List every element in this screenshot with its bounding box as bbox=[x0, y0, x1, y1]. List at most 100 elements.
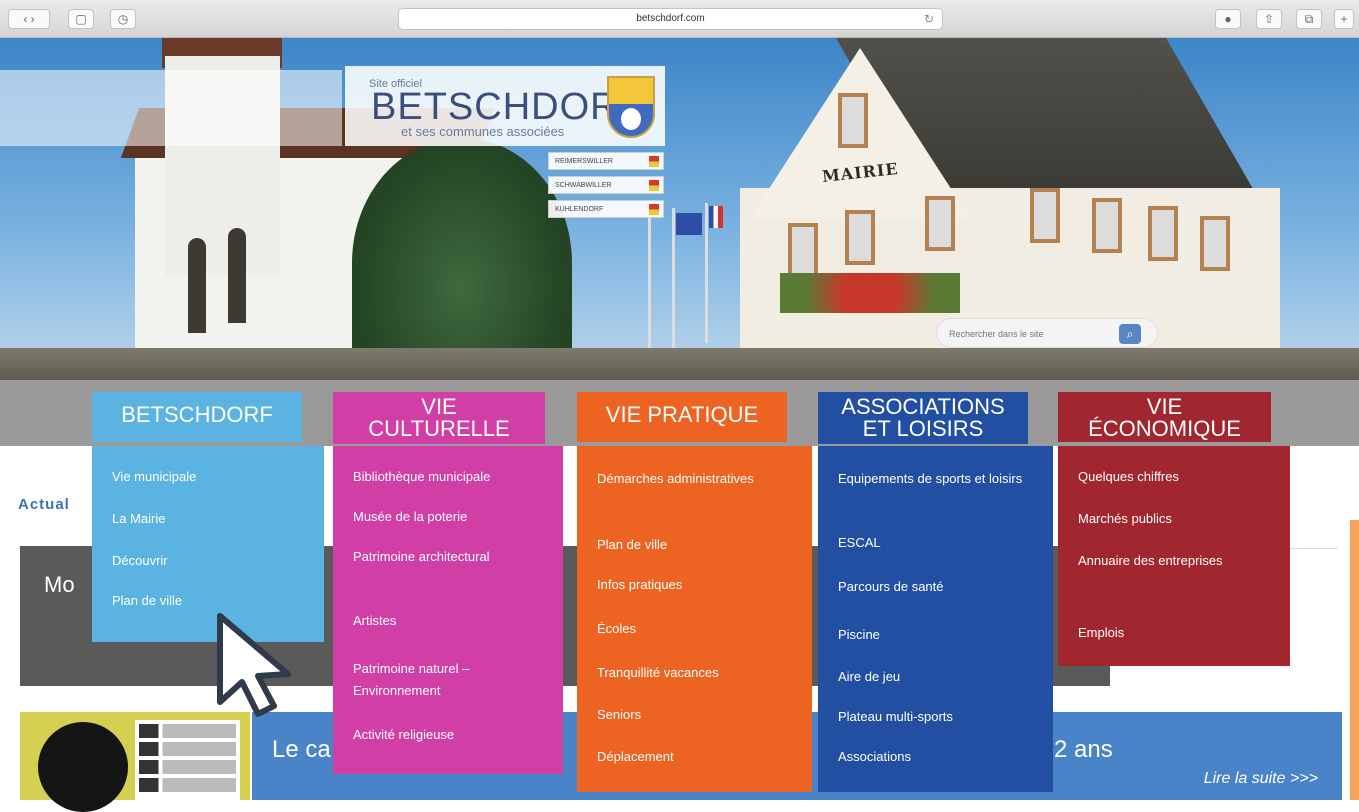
menu-item[interactable]: Piscine bbox=[838, 624, 1037, 646]
commune-label: SCHWABWILLER bbox=[555, 182, 612, 189]
address-bar[interactable]: betschdorf.com ↻ bbox=[398, 8, 943, 30]
street-ground bbox=[0, 348, 1359, 380]
commune-link[interactable]: KUHLENDORF bbox=[548, 200, 664, 218]
featured-news-title-end: 2 ans bbox=[1054, 736, 1113, 763]
menu-item[interactable]: Tranquillité vacances bbox=[597, 662, 796, 684]
menu-item[interactable]: Annuaire des entreprises bbox=[1078, 550, 1274, 572]
menu-tab-1[interactable]: BETSCHDORF bbox=[92, 392, 302, 442]
url-text: betschdorf.com bbox=[636, 13, 705, 24]
menu-tab-label: VIE bbox=[421, 394, 457, 419]
commune-link[interactable]: REIMERSWILLER bbox=[548, 152, 664, 170]
commune-link[interactable]: SCHWABWILLER bbox=[548, 176, 664, 194]
commune-crest-icon bbox=[649, 156, 659, 167]
church-window bbox=[188, 238, 206, 333]
promo-row bbox=[139, 742, 236, 756]
menu-item[interactable]: Plan de ville bbox=[112, 590, 308, 612]
menu-item[interactable]: Emplois bbox=[1078, 622, 1274, 644]
search-input[interactable] bbox=[949, 326, 1099, 342]
menu-item[interactable]: Écoles bbox=[597, 618, 796, 640]
town-hall-window bbox=[1092, 198, 1122, 253]
menu-item[interactable]: Plateau multi-sports bbox=[838, 706, 1037, 728]
french-flag bbox=[709, 206, 723, 228]
menu-tab-label: BETSCHDORF bbox=[121, 402, 273, 427]
menu-item[interactable]: Vie municipale bbox=[112, 466, 308, 488]
menu-item[interactable]: Démarches administratives bbox=[597, 468, 796, 490]
site-search: ⌕ bbox=[936, 318, 1158, 348]
menu-item[interactable]: Quelques chiffres bbox=[1078, 466, 1274, 488]
menu-item[interactable]: Parcours de santé bbox=[838, 576, 1037, 598]
menu-item[interactable]: Déplacement bbox=[597, 746, 796, 768]
menu-item[interactable]: Associations bbox=[838, 746, 1037, 768]
extension-icon[interactable]: ● bbox=[1215, 9, 1241, 29]
menu-dropdown-3: Démarches administratives Plan de ville In… bbox=[577, 446, 812, 792]
promo-badge bbox=[38, 722, 128, 812]
menu-item[interactable]: Musée de la poterie bbox=[353, 506, 547, 528]
slider-title: Mo bbox=[44, 572, 75, 597]
tabs-icon[interactable]: ⧉ bbox=[1296, 9, 1322, 29]
menu-item[interactable]: Artistes bbox=[353, 610, 547, 632]
read-more-link[interactable]: Lire la suite >>> bbox=[1204, 770, 1318, 788]
flower-boxes bbox=[780, 273, 960, 313]
browser-toolbar: ‹ › ▢ ◷ betschdorf.com ↻ ● ⇧ ⧉ + bbox=[0, 0, 1359, 38]
hero-banner: MAIRIE Site officiel BETSCHDORF et ses c… bbox=[0, 38, 1359, 380]
menu-dropdown-2: Bibliothèque municipale Musée de la poter… bbox=[333, 446, 563, 774]
menu-item[interactable]: Bibliothèque municipale bbox=[353, 466, 547, 488]
reload-icon[interactable]: ↻ bbox=[924, 9, 934, 29]
promo-row bbox=[139, 760, 236, 774]
menu-item[interactable]: Patrimoine naturel – Environnement bbox=[353, 658, 547, 702]
search-icon[interactable]: ⌕ bbox=[1119, 324, 1141, 344]
coat-of-arms-icon bbox=[607, 76, 655, 138]
banner-overlay bbox=[0, 70, 342, 146]
promo-image[interactable] bbox=[20, 712, 250, 812]
featured-news-title: Le ca bbox=[272, 736, 331, 763]
town-hall-window bbox=[1148, 206, 1178, 261]
church-window bbox=[228, 228, 246, 323]
logo-title: BETSCHDORF bbox=[371, 86, 643, 128]
town-hall-window bbox=[925, 196, 955, 251]
menu-item[interactable]: Activité religieuse bbox=[353, 724, 547, 746]
sidebar-icon[interactable]: ▢ bbox=[68, 9, 94, 29]
eu-flag bbox=[676, 213, 702, 235]
promo-row bbox=[139, 724, 236, 738]
menu-item[interactable]: Découvrir bbox=[112, 550, 308, 572]
town-hall-window bbox=[1200, 216, 1230, 271]
flag-pole bbox=[672, 208, 675, 348]
add-tab-icon[interactable]: + bbox=[1334, 9, 1354, 29]
menu-tab-label: CULTURELLE bbox=[368, 416, 510, 441]
town-hall-window bbox=[838, 93, 868, 148]
menu-item[interactable]: Marchés publics bbox=[1078, 508, 1274, 530]
menu-tab-3[interactable]: VIE PRATIQUE bbox=[577, 392, 787, 442]
menu-item[interactable]: Equipements de sports et loisirs bbox=[838, 468, 1037, 490]
commune-crest-icon bbox=[649, 204, 659, 215]
commune-label: KUHLENDORF bbox=[555, 206, 604, 213]
history-icon[interactable]: ◷ bbox=[110, 9, 136, 29]
menu-dropdown-4: Equipements de sports et loisirs ESCAL Par… bbox=[818, 446, 1053, 792]
tree-illustration bbox=[352, 138, 572, 380]
news-section-title: Actual bbox=[18, 496, 70, 513]
side-accent bbox=[1350, 520, 1359, 800]
menu-tab-label: ASSOCIATIONS bbox=[841, 394, 1005, 419]
site-logo[interactable]: Site officiel BETSCHDORF et ses communes… bbox=[345, 66, 665, 146]
menu-item[interactable]: La Mairie bbox=[112, 508, 308, 530]
menu-item[interactable]: Plan de ville bbox=[597, 534, 796, 556]
mouse-pointer-icon bbox=[217, 613, 291, 717]
menu-tab-2[interactable]: VIE CULTURELLE bbox=[333, 392, 545, 444]
back-forward-buttons[interactable]: ‹ › bbox=[8, 9, 50, 29]
menu-tab-4[interactable]: ASSOCIATIONS ET LOISIRS bbox=[818, 392, 1028, 444]
menu-item[interactable]: Seniors bbox=[597, 704, 796, 726]
menu-tab-label: ÉCONOMIQUE bbox=[1088, 416, 1241, 441]
menu-tab-label: ET LOISIRS bbox=[862, 416, 984, 441]
flag-pole bbox=[705, 203, 708, 343]
menu-item[interactable]: Patrimoine architectural bbox=[353, 546, 547, 568]
logo-subtitle: et ses communes associées bbox=[401, 124, 565, 139]
commune-crest-icon bbox=[649, 180, 659, 191]
menu-tab-5[interactable]: VIE ÉCONOMIQUE bbox=[1058, 392, 1271, 442]
commune-label: REIMERSWILLER bbox=[555, 158, 613, 165]
menu-tab-label: VIE PRATIQUE bbox=[605, 402, 759, 427]
menu-item[interactable]: Infos pratiques bbox=[597, 574, 796, 596]
promo-row bbox=[139, 778, 236, 792]
menu-item[interactable]: Aire de jeu bbox=[838, 666, 1037, 688]
menu-tab-label: VIE bbox=[1146, 394, 1183, 419]
share-icon[interactable]: ⇧ bbox=[1256, 9, 1282, 29]
menu-item[interactable]: ESCAL bbox=[838, 532, 1037, 554]
